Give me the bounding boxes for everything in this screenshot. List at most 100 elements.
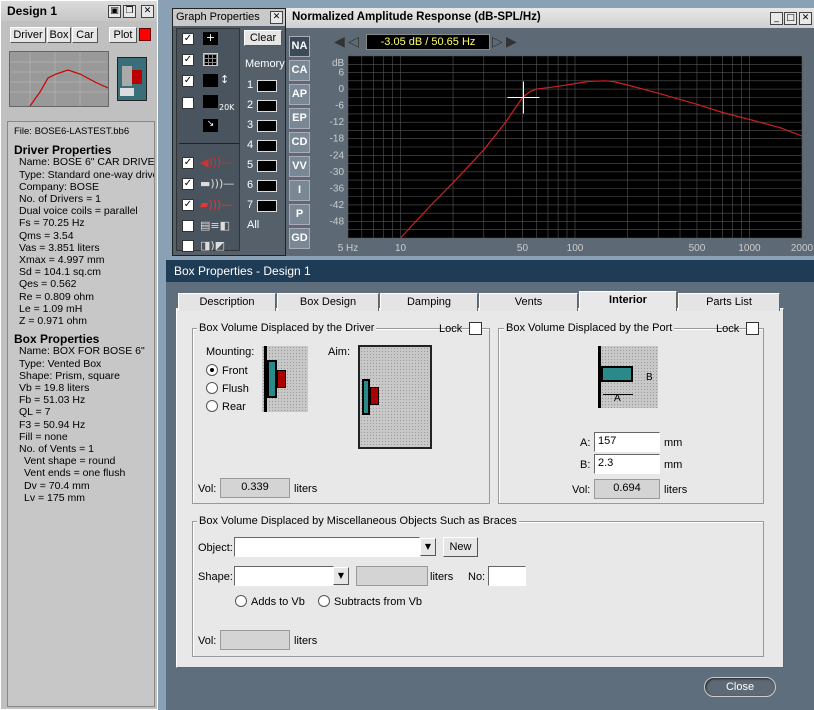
mini-plot-curve (29, 69, 109, 107)
save-icon[interactable]: ▣ (108, 5, 121, 18)
no-input[interactable] (488, 566, 526, 586)
graph-properties-title-text: Graph Properties (176, 11, 260, 23)
next-icon[interactable]: ▷ (492, 34, 503, 50)
room-icon: ▤≡◧ (200, 219, 231, 232)
mounting-front-label: Front (222, 365, 248, 377)
y-tick-label: 0 (338, 84, 344, 95)
memory-slot-button[interactable] (257, 100, 277, 112)
plot-button[interactable]: Plot (109, 27, 137, 43)
copy-icon[interactable]: ❐ (123, 5, 136, 18)
mounting-rear-radio[interactable] (206, 400, 218, 412)
shape-select[interactable] (234, 566, 334, 586)
driver-lock-checkbox[interactable] (469, 322, 482, 335)
driver-sound-icon: ▬)))— (200, 177, 235, 190)
tab-box-design[interactable]: Box Design (277, 293, 379, 311)
dim-b-label: B (646, 372, 653, 383)
side-button-cd[interactable]: CD (289, 132, 310, 153)
object-select[interactable] (234, 537, 420, 557)
option-grid-checkbox[interactable]: ✓ (182, 54, 194, 66)
option-20k-checkbox[interactable] (182, 97, 194, 109)
tab-interior[interactable]: Interior (579, 291, 677, 311)
option-phase-checkbox[interactable] (182, 240, 194, 252)
subtracts-from-vb-radio[interactable] (318, 595, 330, 607)
memory-label: Memory (245, 58, 285, 70)
close-icon[interactable]: ✕ (141, 5, 154, 18)
y-tick-label: -6 (335, 101, 344, 112)
maximize-icon[interactable]: □ (784, 12, 797, 25)
minimize-icon[interactable]: _ (770, 12, 783, 25)
car-button[interactable]: Car (72, 27, 98, 43)
memory-all-label[interactable]: All (247, 219, 259, 231)
memory-slot-button[interactable] (257, 120, 277, 132)
new-object-button[interactable]: New (443, 537, 478, 557)
tab-parts-list[interactable]: Parts List (678, 293, 780, 311)
option-room-checkbox[interactable] (182, 220, 194, 232)
memory-slot-button[interactable] (257, 80, 277, 92)
prev-first-icon[interactable]: ◀ (334, 34, 345, 50)
b-input[interactable]: 2.3 (594, 454, 660, 474)
memory-slot-button[interactable] (257, 200, 277, 212)
mounting-flush-radio[interactable] (206, 382, 218, 394)
y-tick-label: 6 (338, 68, 344, 79)
tab-description[interactable]: Description (178, 293, 276, 311)
driver-property-line: Fs = 70.25 Hz (19, 217, 85, 230)
memory-slot-button[interactable] (257, 180, 277, 192)
side-button-vv[interactable]: VV (289, 156, 310, 177)
misc-vol-unit: liters (294, 635, 318, 647)
box-property-line: Lv = 175 mm (24, 491, 85, 504)
memory-slot-button[interactable] (257, 160, 277, 172)
clear-button[interactable]: Clear (244, 30, 282, 46)
memory-slot-label: 6 (247, 179, 254, 191)
x-tick-label: 500 (689, 243, 706, 254)
side-button-ap[interactable]: AP (289, 84, 310, 105)
a-label: A: (580, 437, 591, 449)
option-crosshair-checkbox[interactable]: ✓ (182, 33, 194, 45)
tab-vents[interactable]: Vents (479, 293, 578, 311)
box-properties-title-bar: Box Properties - Design 1 (166, 260, 814, 282)
close-icon[interactable]: ✕ (270, 11, 283, 24)
option-speaker-checkbox[interactable]: ✓ (182, 157, 194, 169)
b-unit: mm (664, 459, 683, 471)
shape-dropdown-icon[interactable]: ▼ (333, 567, 349, 585)
close-icon[interactable]: ✕ (799, 12, 812, 25)
option-car-checkbox[interactable]: ✓ (182, 199, 194, 211)
amplitude-chart[interactable]: 6 0 -6 -12 -18 -24 -30 -36 -42 -48 5 Hz 10 50 100 500… (312, 52, 814, 256)
a-input[interactable]: 157 (594, 432, 660, 452)
plot-color-swatch[interactable] (139, 28, 151, 41)
box-button[interactable]: Box (47, 27, 71, 43)
side-button-p[interactable]: P (289, 204, 310, 225)
mounting-front-radio[interactable] (206, 364, 218, 376)
side-button-ep[interactable]: EP (289, 108, 310, 129)
option-autoscale-checkbox[interactable]: ✓ (182, 75, 194, 87)
box-property-line: F3 = 50.94 Hz (19, 418, 86, 431)
side-button-na[interactable]: NA (289, 36, 310, 57)
cursor-readout: -3.05 dB / 50.65 Hz (366, 34, 490, 50)
export-icon[interactable]: ↘ (203, 119, 218, 132)
port-lock-checkbox[interactable] (746, 322, 759, 335)
adds-to-vb-radio[interactable] (235, 595, 247, 607)
range-20k-label: 20K (219, 103, 235, 112)
misc-size-field (356, 566, 428, 586)
option-driver-checkbox[interactable]: ✓ (182, 178, 194, 190)
side-button-ca[interactable]: CA (289, 60, 310, 81)
next-last-icon[interactable]: ▶ (506, 34, 517, 50)
phase-icon: ◨)◩ (200, 239, 226, 252)
port-group-title: Box Volume Displaced by the Port (504, 322, 675, 334)
box-property-line: Type: Vented Box (19, 357, 102, 370)
close-button[interactable]: Close (704, 677, 776, 697)
y-unit-label: dB (332, 58, 345, 69)
memory-slot-label: 2 (247, 99, 254, 111)
side-button-gd[interactable]: GD (289, 228, 310, 249)
driver-property-line: Dual voice coils = parallel (19, 205, 138, 218)
side-button-i[interactable]: I (289, 180, 310, 201)
prev-icon[interactable]: ◁ (348, 34, 359, 50)
design-title: Design 1 (7, 4, 58, 18)
driver-property-line: Qes = 0.562 (19, 278, 77, 291)
driver-property-line: Vas = 3.851 liters (19, 241, 100, 254)
driver-button[interactable]: Driver (10, 27, 46, 43)
properties-panel: File: BOSE6-LASTEST.bb6 Driver Propertie… (7, 121, 155, 707)
object-dropdown-icon[interactable]: ▼ (420, 538, 436, 556)
amplitude-title: Normalized Amplitude Response (dB-SPL/Hz… (292, 11, 541, 23)
memory-slot-button[interactable] (257, 140, 277, 152)
tab-damping[interactable]: Damping (380, 293, 478, 311)
